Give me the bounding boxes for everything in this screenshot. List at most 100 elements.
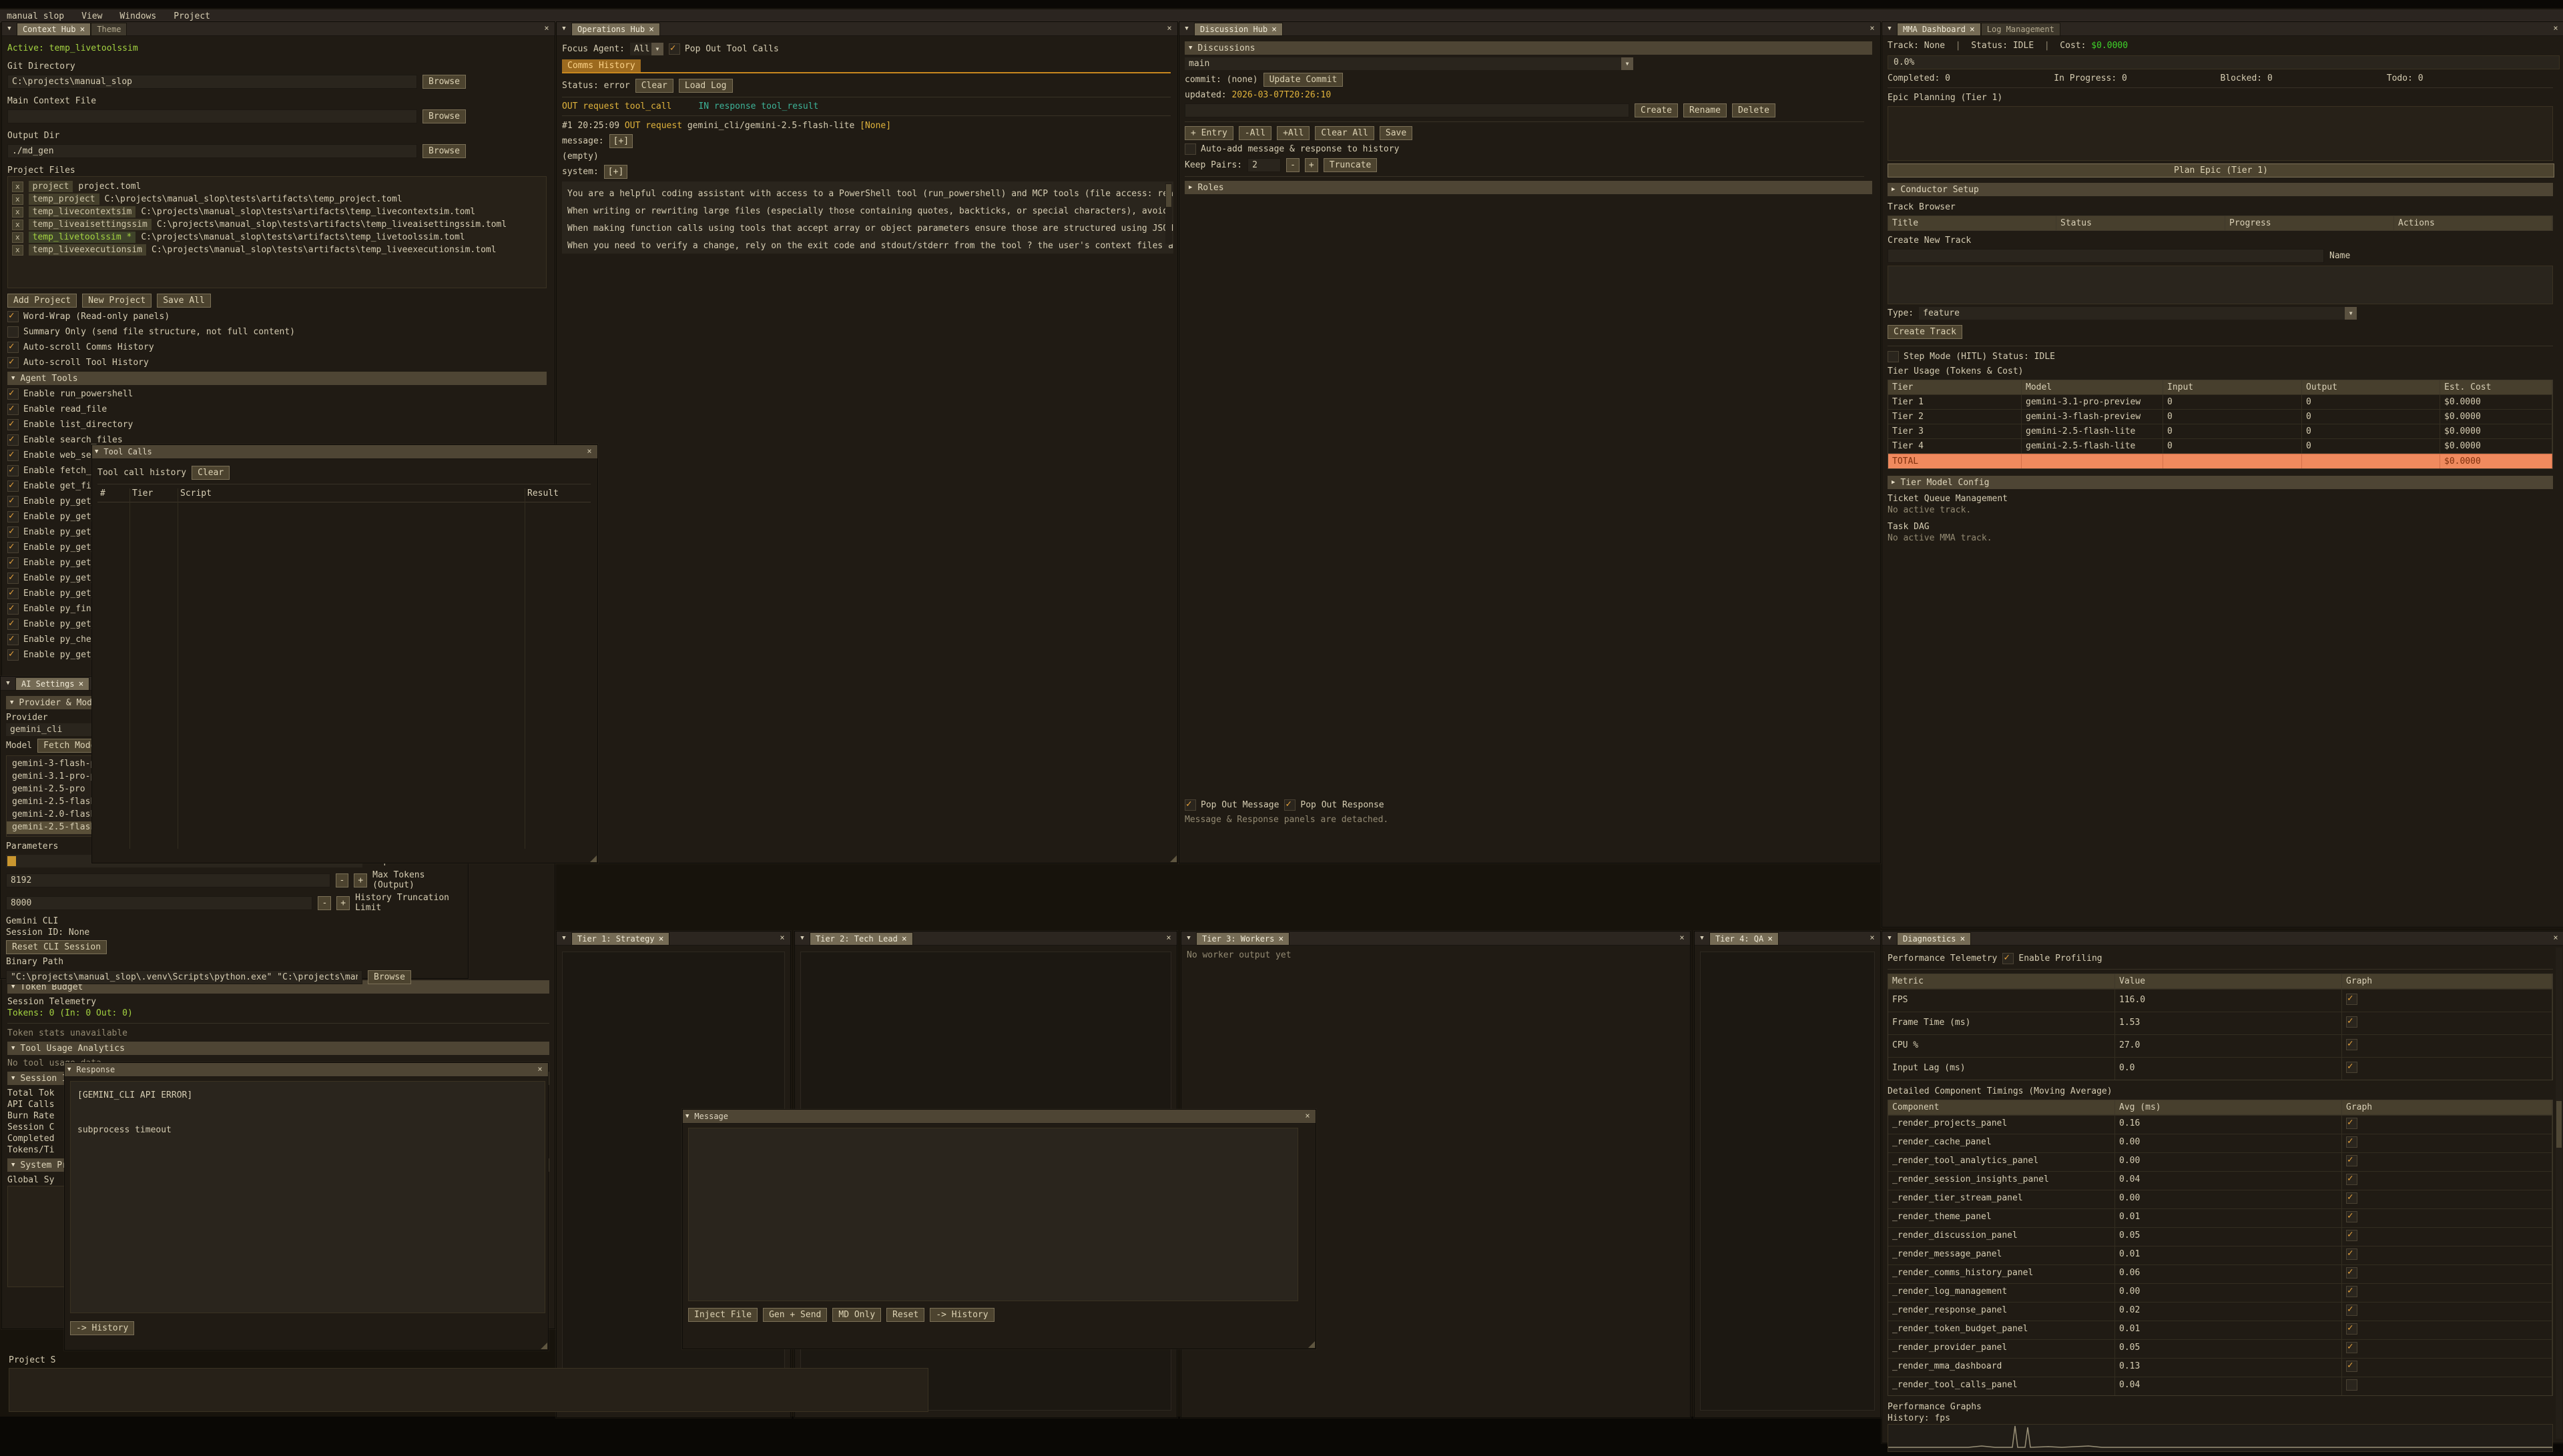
project-file-row[interactable]: x temp_livetoolssim * C:\projects\manual… [12, 232, 542, 243]
main-context-browse-button[interactable]: Browse [422, 109, 466, 123]
close-icon[interactable]: × [79, 25, 85, 35]
entry-action-button[interactable]: Save [1380, 126, 1412, 140]
truncate-button[interactable]: Truncate [1324, 158, 1378, 172]
graph-checkbox[interactable] [2346, 1039, 2357, 1050]
reset-cli-session-button[interactable]: Reset CLI Session [6, 940, 107, 954]
tool-checkbox[interactable]: Enable run_powershell [7, 388, 549, 400]
tab-diagnostics[interactable]: Diagnostics× [1897, 932, 1971, 945]
tab-log-management[interactable]: Log Management [1981, 23, 2060, 35]
track-name-input[interactable] [1888, 249, 2324, 263]
close-icon[interactable]: × [659, 934, 664, 944]
collapse-icon[interactable]: ▼ [557, 22, 571, 35]
keep-pairs-minus-button[interactable]: - [1286, 158, 1300, 172]
project-file-chip[interactable]: temp_project [29, 194, 99, 205]
option-checkbox[interactable]: Auto-scroll Tool History [7, 356, 549, 369]
history-limit-plus-button[interactable]: + [336, 896, 350, 910]
graph-checkbox[interactable] [2346, 1342, 2357, 1353]
close-icon[interactable]: × [2550, 933, 2561, 942]
project-file-chip[interactable]: temp_liveaisettingssim [29, 219, 152, 230]
message-input-box[interactable] [688, 1128, 1298, 1301]
enable-profiling-checkbox[interactable]: Enable Profiling [2002, 952, 2102, 965]
response-text-box[interactable]: [GEMINI_CLI API ERROR] subprocess timeou… [70, 1081, 545, 1313]
menu-item-project[interactable]: Project [174, 11, 210, 21]
project-file-row[interactable]: x temp_liveexecutionsim C:\projects\manu… [12, 244, 542, 256]
close-icon[interactable]: × [2550, 23, 2561, 33]
close-icon[interactable]: × [1867, 933, 1878, 942]
remove-file-button[interactable]: x [12, 181, 23, 192]
rename-discussion-button[interactable]: Rename [1683, 103, 1727, 117]
tool-calls-clear-button[interactable]: Clear [192, 466, 230, 480]
autoadd-checkbox[interactable]: Auto-add message & response to history [1185, 143, 1875, 155]
plan-epic-button[interactable]: Plan Epic (Tier 1) [1888, 163, 2554, 177]
delete-discussion-button[interactable]: Delete [1732, 103, 1775, 117]
output-browse-button[interactable]: Browse [422, 144, 466, 158]
message-action-button[interactable]: MD Only [832, 1308, 881, 1322]
message-action-button[interactable]: -> History [930, 1308, 994, 1322]
tab-discussion-hub[interactable]: Discussion Hub× [1194, 23, 1283, 35]
collapse-icon[interactable]: ▼ [1181, 932, 1196, 945]
collapse-icon[interactable]: ▼ [1882, 932, 1897, 945]
popout-toolcalls-checkbox[interactable]: Pop Out Tool Calls [669, 43, 779, 55]
track-type-combo[interactable]: feature▼ [1919, 307, 2357, 320]
graph-checkbox[interactable] [2346, 1192, 2357, 1204]
message-titlebar[interactable]: ▼Message × [683, 1110, 1316, 1124]
max-tokens-plus-button[interactable]: + [354, 873, 367, 887]
response-titlebar[interactable]: ▼Response × [65, 1063, 548, 1077]
system-scrollbar[interactable] [1165, 183, 1172, 244]
close-icon[interactable]: × [777, 933, 788, 942]
project-file-row[interactable]: x temp_liveaisettingssim C:\projects\man… [12, 219, 542, 230]
resize-grip[interactable] [1308, 1341, 1315, 1348]
popout-response-checkbox[interactable]: Pop Out Response [1284, 799, 1384, 811]
close-icon[interactable]: × [1302, 1111, 1313, 1120]
project-file-row[interactable]: x temp_livecontextsim C:\projects\manual… [12, 206, 542, 218]
remove-file-button[interactable]: x [12, 207, 23, 218]
graph-checkbox[interactable] [2346, 1062, 2357, 1073]
graph-checkbox[interactable] [2346, 1361, 2357, 1372]
close-icon[interactable]: × [584, 446, 595, 456]
project-system-box[interactable] [9, 1368, 928, 1412]
collapse-icon[interactable]: ▼ [2, 22, 17, 35]
close-icon[interactable]: × [1271, 25, 1277, 35]
tab-tier1[interactable]: Tier 1: Strategy× [571, 932, 669, 945]
collapse-icon[interactable]: ▼ [1, 677, 15, 690]
close-icon[interactable]: × [649, 25, 654, 35]
history-limit-minus-button[interactable]: - [318, 896, 331, 910]
tab-tier4[interactable]: Tier 4: QA× [1709, 932, 1779, 945]
diagnostics-scrollbar[interactable] [2556, 948, 2562, 1439]
entry-action-button[interactable]: +All [1277, 126, 1310, 140]
graph-checkbox[interactable] [2346, 1379, 2357, 1391]
system-prompt-box[interactable]: You are a helpful coding assistant with … [562, 181, 1173, 254]
message-action-button[interactable]: Reset [886, 1308, 924, 1322]
menu-item-windows[interactable]: Windows [119, 11, 156, 21]
track-description-box[interactable] [1888, 266, 2553, 304]
graph-checkbox[interactable] [2346, 994, 2357, 1005]
project-file-row[interactable]: x temp_project C:\projects\manual_slop\t… [12, 194, 542, 205]
binary-path-input[interactable] [6, 970, 362, 984]
comms-entry-line[interactable]: #1 20:25:09 OUT request gemini_cli/gemin… [562, 120, 1172, 131]
focus-agent-combo[interactable]: All▼ [630, 43, 663, 55]
max-tokens-input[interactable] [6, 873, 330, 887]
option-checkbox[interactable]: Auto-scroll Comms History [7, 341, 549, 354]
graph-checkbox[interactable] [2346, 1323, 2357, 1335]
resize-grip[interactable] [1170, 855, 1177, 862]
graph-checkbox[interactable] [2346, 1174, 2357, 1185]
tier-model-config-header[interactable]: ▶Tier Model Config [1888, 476, 2553, 489]
graph-checkbox[interactable] [2346, 1118, 2357, 1129]
project-file-chip[interactable]: project [29, 181, 73, 192]
close-icon[interactable]: × [1767, 934, 1773, 944]
git-directory-input[interactable] [7, 75, 417, 89]
tab-tier2[interactable]: Tier 2: Tech Lead× [810, 932, 913, 945]
ops-clear-button[interactable]: Clear [635, 79, 673, 93]
step-mode-checkbox[interactable]: Step Mode (HITL) Status: IDLE [1888, 350, 2558, 363]
entry-action-button[interactable]: -All [1239, 126, 1271, 140]
collapse-icon[interactable]: ▼ [1882, 22, 1897, 35]
agent-tools-header[interactable]: ▼Agent Tools [7, 372, 547, 385]
project-file-chip[interactable]: temp_liveexecutionsim [29, 244, 146, 256]
tab-tier3[interactable]: Tier 3: Workers× [1196, 932, 1290, 945]
update-commit-button[interactable]: Update Commit [1263, 73, 1344, 87]
tab-comms-history[interactable]: Comms History [562, 59, 641, 72]
menu-item-view[interactable]: View [81, 11, 102, 21]
tab-context-hub[interactable]: Context Hub× [17, 23, 91, 35]
close-icon[interactable]: × [1677, 933, 1687, 942]
tab-operations-hub[interactable]: Operations Hub× [571, 23, 660, 35]
